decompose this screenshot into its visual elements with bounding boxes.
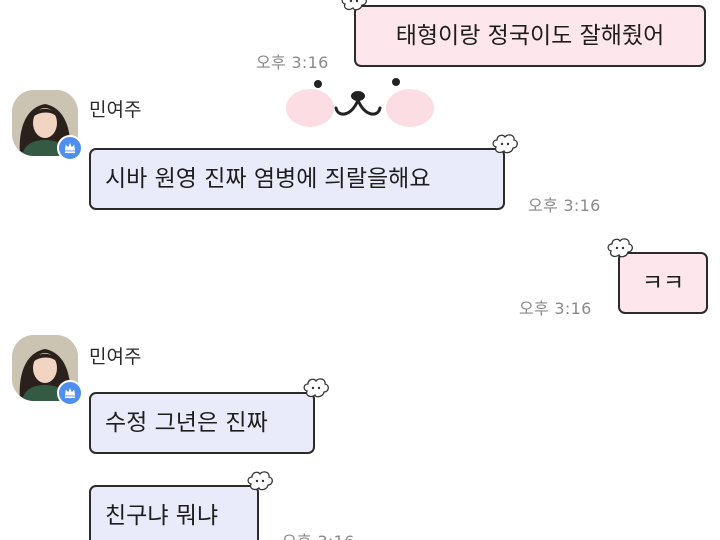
sheep-icon [341, 0, 367, 11]
message-bubble-incoming[interactable]: 수정 그년은 진짜 [89, 392, 315, 454]
message-text: 태형이랑 정국이도 잘해줬어 [395, 22, 665, 49]
cute-face-icon [286, 78, 434, 127]
message-text: 수정 그년은 진짜 [105, 409, 268, 436]
crown-icon [57, 380, 83, 406]
sheep-icon [303, 378, 329, 398]
chat-room: 태형이랑 정국이도 잘해줬어 오후 3:16 민여주 시바 원영 진짜 염병에 … [0, 0, 720, 540]
avatar[interactable] [12, 335, 83, 406]
sheep-icon [247, 471, 273, 491]
message-text: 친구냐 뭐냐 [105, 502, 219, 529]
message-bubble-outgoing[interactable]: ㅋㅋ [618, 252, 708, 314]
message-time: 오후 3:16 [528, 196, 601, 215]
sheep-icon [607, 238, 633, 258]
sender-name: 민여주 [89, 346, 142, 368]
message-time: 오후 3:16 [282, 528, 355, 540]
sheep-icon [492, 134, 518, 154]
message-time: 오후 3:16 [519, 299, 592, 318]
message-time: 오후 3:16 [256, 53, 329, 72]
crown-icon [57, 135, 83, 161]
message-bubble-incoming[interactable]: 시바 원영 진짜 염병에 즤랄을해요 [89, 148, 505, 210]
sender-name: 민여주 [89, 99, 142, 121]
message-text: 시바 원영 진짜 염병에 즤랄을해요 [105, 165, 431, 192]
message-bubble-incoming[interactable]: 친구냐 뭐냐 [89, 485, 259, 540]
avatar[interactable] [12, 90, 83, 161]
message-text: ㅋㅋ [641, 269, 685, 296]
message-bubble-outgoing[interactable]: 태형이랑 정국이도 잘해줬어 [354, 5, 706, 67]
